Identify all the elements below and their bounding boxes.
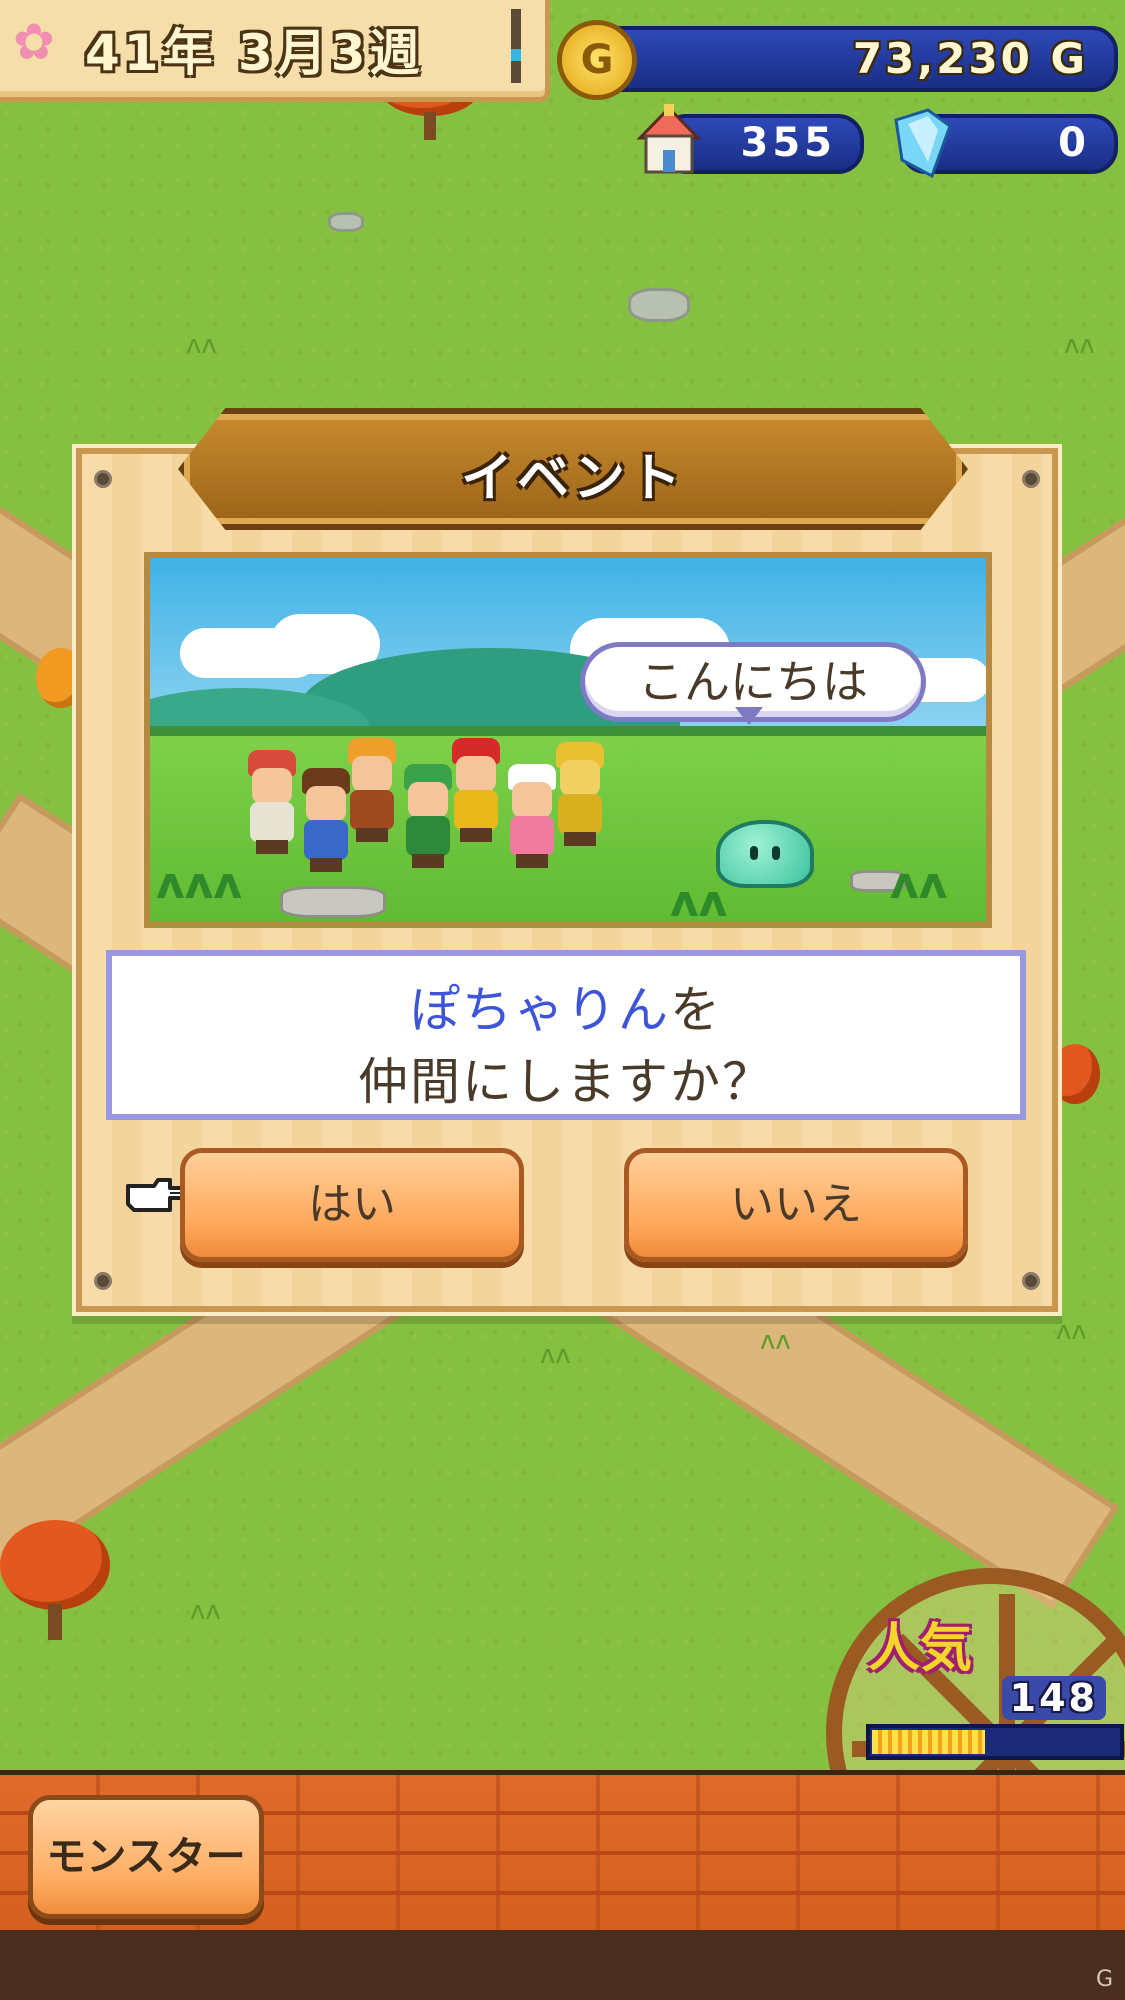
popularity-value: 148 <box>1001 1676 1106 1720</box>
party-member <box>346 738 398 842</box>
watermark: G <box>1095 1967 1113 1992</box>
message-line-2: 仲間にしますか？ <box>358 1053 774 1111</box>
bolt <box>1022 1272 1040 1290</box>
popularity-meter[interactable]: 人気 148 <box>826 1568 1125 1770</box>
message-particle: を <box>670 981 722 1039</box>
bolt <box>94 1272 112 1290</box>
stone <box>328 212 364 232</box>
event-illustration: こんにちは ᴧᴧᴧ ᴧᴧ ᴧᴧ <box>144 552 992 928</box>
house-icon <box>636 104 702 174</box>
dialog-header: イベント <box>178 408 968 530</box>
no-button[interactable]: いいえ <box>624 1148 968 1262</box>
monster-button[interactable]: モンスター <box>28 1795 264 1919</box>
yes-button[interactable]: はい <box>180 1148 524 1262</box>
rock <box>280 886 386 918</box>
footer-strip: G <box>0 1930 1125 2000</box>
date-display: 41年 3月3週 <box>85 24 424 82</box>
grass-tuft: ᴧᴧ <box>186 330 217 360</box>
party-member <box>450 738 502 842</box>
bolt <box>94 470 112 488</box>
grass-tuft: ᴧᴧ <box>760 1326 791 1356</box>
monster-name: ぽちゃりん <box>410 981 670 1039</box>
party-member <box>506 764 558 868</box>
crystal-count: 0 <box>1058 120 1090 166</box>
gold-counter: 73,230 G <box>590 26 1118 92</box>
gold-amount: 73,230 G <box>852 34 1088 83</box>
town-count: 355 <box>740 120 836 166</box>
stone <box>628 288 690 322</box>
party-member <box>554 742 606 846</box>
grass-tuft: ᴧᴧ <box>190 1596 221 1626</box>
slime-monster <box>716 820 814 888</box>
dialog-title: イベント <box>460 449 685 509</box>
grass-clump: ᴧᴧ <box>890 858 948 909</box>
grass-tuft: ᴧᴧ <box>1064 330 1095 360</box>
grass-tuft: ᴧᴧ <box>540 1340 571 1370</box>
popularity-gauge <box>866 1724 1124 1760</box>
message-box: ぽちゃりんを 仲間にしますか？ <box>106 950 1026 1120</box>
speech-bubble: こんにちは <box>580 642 926 725</box>
bolt <box>1022 470 1040 488</box>
popularity-label: 人気 <box>868 1619 973 1679</box>
event-dialog: イベント こんにちは ᴧᴧᴧ ᴧᴧ ᴧᴧ ぽちゃりんを 仲間にしますか？ はい … <box>76 408 1058 1312</box>
party-member <box>402 764 454 868</box>
party-member <box>246 750 298 854</box>
blue-crystal-icon <box>894 108 952 179</box>
message-line-1: ぽちゃりんを <box>112 970 1020 1042</box>
grass-clump: ᴧᴧᴧ <box>156 858 243 909</box>
popularity-gauge-fill <box>872 1730 986 1754</box>
grass-tuft: ᴧᴧ <box>1056 1316 1087 1346</box>
grass-clump: ᴧᴧ <box>670 876 728 927</box>
cherry-blossom-icon: ✿ <box>13 13 55 71</box>
party-member <box>300 768 352 872</box>
date-panel: ✿ 41年 3月3週 <box>0 0 550 102</box>
week-progress-marker <box>511 9 521 83</box>
autumn-tree <box>0 1520 110 1640</box>
gold-coin-icon: G <box>557 20 637 100</box>
bottom-bar: モンスター <box>0 1770 1125 1935</box>
